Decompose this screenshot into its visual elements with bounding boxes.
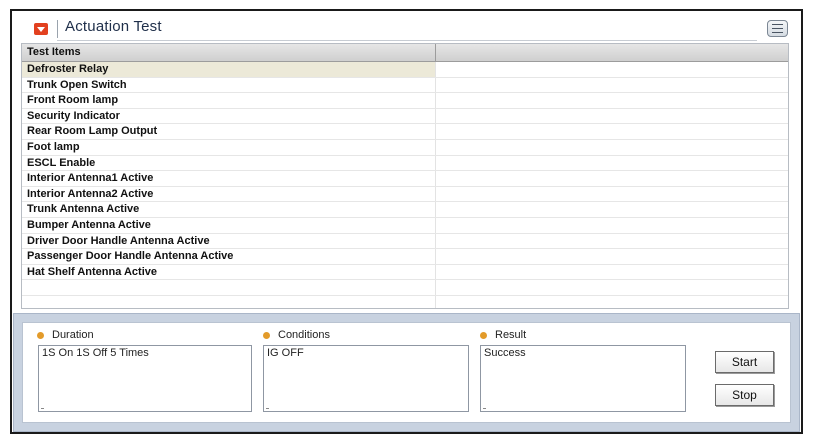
bullet-icon bbox=[263, 331, 270, 339]
table-row[interactable]: Interior Antenna1 Active bbox=[22, 171, 788, 187]
actuation-test-window: Actuation Test Test Items Defroster Rela… bbox=[10, 9, 803, 434]
table-row[interactable]: Defroster Relay bbox=[22, 62, 788, 78]
table-row[interactable]: Foot lamp bbox=[22, 139, 788, 156]
test-item-label: Bumper Antenna Active bbox=[22, 217, 436, 233]
grid-rows: Defroster Relay Trunk Open Switch Front Ro… bbox=[22, 62, 788, 308]
conditions-field[interactable]: IG OFF bbox=[263, 345, 469, 412]
table-row[interactable]: Driver Door Handle Antenna Active bbox=[22, 233, 788, 250]
table-row[interactable]: Bumper Antenna Active bbox=[22, 217, 788, 234]
test-item-label: Hat Shelf Antenna Active bbox=[22, 264, 436, 280]
details-panel: Duration 1S On 1S Off 5 Times Conditions… bbox=[13, 313, 800, 432]
table-row[interactable]: Hat Shelf Antenna Active bbox=[22, 264, 788, 281]
test-item-label: Driver Door Handle Antenna Active bbox=[22, 233, 436, 249]
table-row[interactable]: Trunk Antenna Active bbox=[22, 202, 788, 218]
duration-field[interactable]: 1S On 1S Off 5 Times bbox=[38, 345, 252, 412]
table-row[interactable]: ESCL Enable bbox=[22, 155, 788, 172]
table-row[interactable]: Security Indicator bbox=[22, 108, 788, 125]
test-item-label: Trunk Open Switch bbox=[22, 77, 436, 93]
test-item-label: Passenger Door Handle Antenna Active bbox=[22, 249, 436, 264]
test-items-grid: Test Items Defroster Relay Trunk Open Swi… bbox=[21, 43, 789, 309]
stop-button[interactable]: Stop bbox=[715, 384, 774, 406]
conditions-label: Conditions bbox=[263, 329, 330, 341]
menu-icon[interactable] bbox=[767, 20, 788, 37]
test-item-label: Defroster Relay bbox=[22, 62, 436, 77]
page-title: Actuation Test bbox=[65, 18, 162, 35]
table-row[interactable]: Trunk Open Switch bbox=[22, 77, 788, 94]
test-item-label: Foot lamp bbox=[22, 139, 436, 155]
column-header-test-items[interactable]: Test Items bbox=[22, 44, 436, 61]
result-field[interactable]: Success bbox=[480, 345, 686, 412]
test-item-label: Security Indicator bbox=[22, 108, 436, 124]
table-row[interactable]: Front Room lamp bbox=[22, 93, 788, 109]
title-divider bbox=[57, 20, 58, 38]
bullet-icon bbox=[480, 331, 487, 339]
title-underline bbox=[57, 40, 757, 41]
test-item-label: Rear Room Lamp Output bbox=[22, 124, 436, 139]
duration-label-text: Duration bbox=[52, 329, 94, 341]
bullet-icon bbox=[37, 331, 44, 339]
test-item-label: Interior Antenna1 Active bbox=[22, 171, 436, 186]
duration-label: Duration bbox=[37, 329, 94, 341]
table-row[interactable]: Rear Room Lamp Output bbox=[22, 124, 788, 140]
test-item-label: ESCL Enable bbox=[22, 155, 436, 171]
test-item-label: Front Room lamp bbox=[22, 93, 436, 108]
empty-cell bbox=[22, 280, 436, 295]
result-label: Result bbox=[480, 329, 526, 341]
empty-cell bbox=[22, 295, 436, 308]
test-item-label: Interior Antenna2 Active bbox=[22, 186, 436, 202]
test-item-label: Trunk Antenna Active bbox=[22, 202, 436, 217]
table-row[interactable]: Passenger Door Handle Antenna Active bbox=[22, 249, 788, 265]
empty-row bbox=[22, 295, 788, 308]
collapse-arrow-icon[interactable] bbox=[34, 23, 48, 35]
details-panel-inner: Duration 1S On 1S Off 5 Times Conditions… bbox=[22, 322, 791, 423]
conditions-label-text: Conditions bbox=[278, 329, 330, 341]
empty-row bbox=[22, 280, 788, 296]
grid-header: Test Items bbox=[22, 44, 788, 62]
table-row[interactable]: Interior Antenna2 Active bbox=[22, 186, 788, 203]
start-button[interactable]: Start bbox=[715, 351, 774, 373]
result-label-text: Result bbox=[495, 329, 527, 341]
title-bar: Actuation Test bbox=[12, 11, 801, 43]
